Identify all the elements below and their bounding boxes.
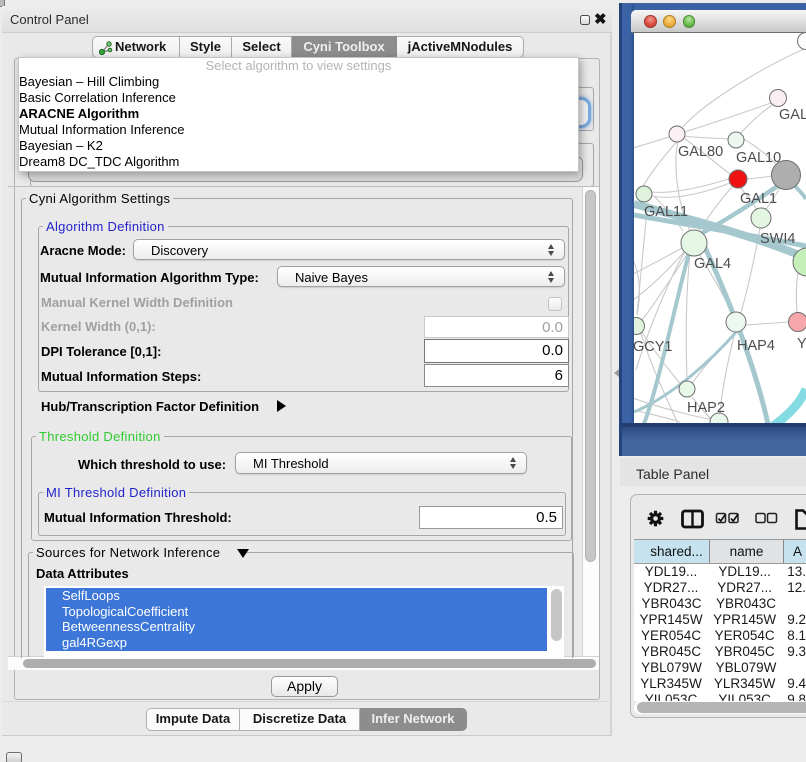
svg-text:GAL4: GAL4 xyxy=(694,256,731,272)
svg-text:SWI4: SWI4 xyxy=(760,231,795,247)
svg-text:HAP4: HAP4 xyxy=(737,338,775,354)
svg-text:GCY1: GCY1 xyxy=(634,339,673,355)
svg-text:GAL80: GAL80 xyxy=(678,144,723,160)
svg-text:Y: Y xyxy=(797,336,806,352)
svg-text:GAL1: GAL1 xyxy=(740,191,777,207)
svg-text:GAL10: GAL10 xyxy=(736,150,781,166)
svg-text:GAL11: GAL11 xyxy=(644,204,688,220)
svg-text:HAP2: HAP2 xyxy=(687,400,725,416)
svg-text:GAL7: GAL7 xyxy=(779,107,806,123)
